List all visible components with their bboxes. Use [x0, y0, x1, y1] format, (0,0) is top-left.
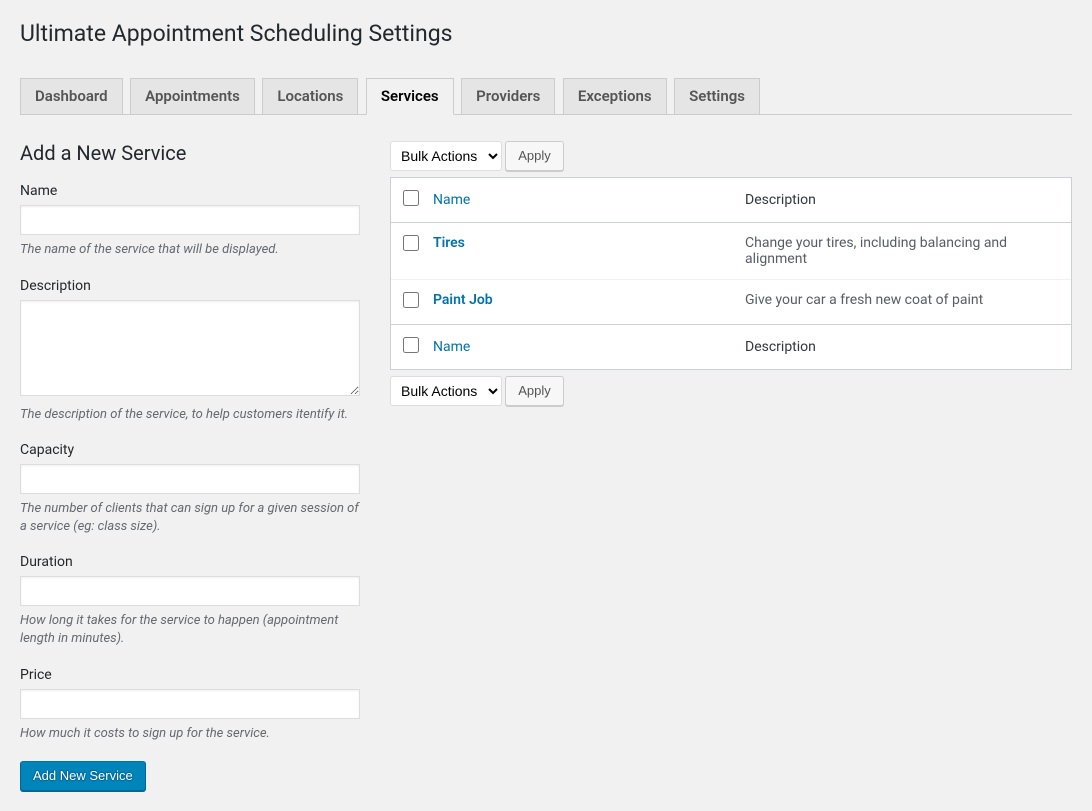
- tab-exceptions[interactable]: Exceptions: [563, 78, 667, 115]
- tab-locations[interactable]: Locations: [262, 78, 358, 115]
- price-input[interactable]: [20, 689, 360, 719]
- duration-hint: How long it takes for the service to hap…: [20, 612, 360, 648]
- row-description: Give your car a fresh new coat of paint: [735, 280, 1071, 324]
- capacity-label: Capacity: [20, 442, 360, 458]
- description-hint: The description of the service, to help …: [20, 406, 360, 424]
- name-hint: The name of the service that will be dis…: [20, 241, 360, 259]
- capacity-hint: The number of clients that can sign up f…: [20, 500, 360, 536]
- column-footer-description: Description: [735, 324, 1071, 369]
- tab-providers[interactable]: Providers: [461, 78, 555, 115]
- tablenav-bottom: Bulk Actions Apply: [390, 376, 1072, 406]
- row-description: Change your tires, including balancing a…: [735, 223, 1071, 280]
- select-all-top-checkbox[interactable]: [403, 190, 419, 206]
- select-all-bottom-checkbox[interactable]: [403, 337, 419, 353]
- price-hint: How much it costs to sign up for the ser…: [20, 725, 360, 743]
- table-row: Tires Change your tires, including balan…: [391, 223, 1071, 280]
- tab-navigation: Dashboard Appointments Locations Service…: [20, 69, 1072, 116]
- column-footer-name[interactable]: Name: [433, 339, 470, 355]
- add-service-form: Add a New Service Name The name of the s…: [20, 141, 360, 790]
- page-title: Ultimate Appointment Scheduling Settings: [20, 10, 1072, 69]
- duration-label: Duration: [20, 554, 360, 570]
- name-input[interactable]: [20, 205, 360, 235]
- capacity-input[interactable]: [20, 464, 360, 494]
- apply-button-bottom[interactable]: Apply: [505, 376, 564, 406]
- bulk-actions-select-bottom[interactable]: Bulk Actions: [390, 376, 502, 406]
- service-link-paint-job[interactable]: Paint Job: [433, 292, 493, 308]
- row-checkbox[interactable]: [403, 235, 419, 251]
- description-label: Description: [20, 278, 360, 294]
- tab-dashboard[interactable]: Dashboard: [20, 78, 123, 115]
- form-heading: Add a New Service: [20, 141, 360, 165]
- description-input[interactable]: [20, 300, 360, 396]
- tab-appointments[interactable]: Appointments: [130, 78, 255, 115]
- column-header-description: Description: [735, 178, 1071, 223]
- name-label: Name: [20, 183, 360, 199]
- row-checkbox[interactable]: [403, 292, 419, 308]
- column-header-name[interactable]: Name: [433, 192, 470, 208]
- duration-input[interactable]: [20, 576, 360, 606]
- tab-services[interactable]: Services: [366, 78, 454, 116]
- apply-button-top[interactable]: Apply: [505, 141, 564, 171]
- tablenav-top: Bulk Actions Apply: [390, 141, 1072, 171]
- tab-settings[interactable]: Settings: [674, 78, 760, 115]
- service-link-tires[interactable]: Tires: [433, 235, 465, 251]
- table-row: Paint Job Give your car a fresh new coat…: [391, 280, 1071, 324]
- add-new-service-button[interactable]: Add New Service: [20, 761, 146, 791]
- bulk-actions-select-top[interactable]: Bulk Actions: [390, 141, 502, 171]
- services-table: Name Description Tires Change your tires…: [390, 177, 1072, 370]
- price-label: Price: [20, 667, 360, 683]
